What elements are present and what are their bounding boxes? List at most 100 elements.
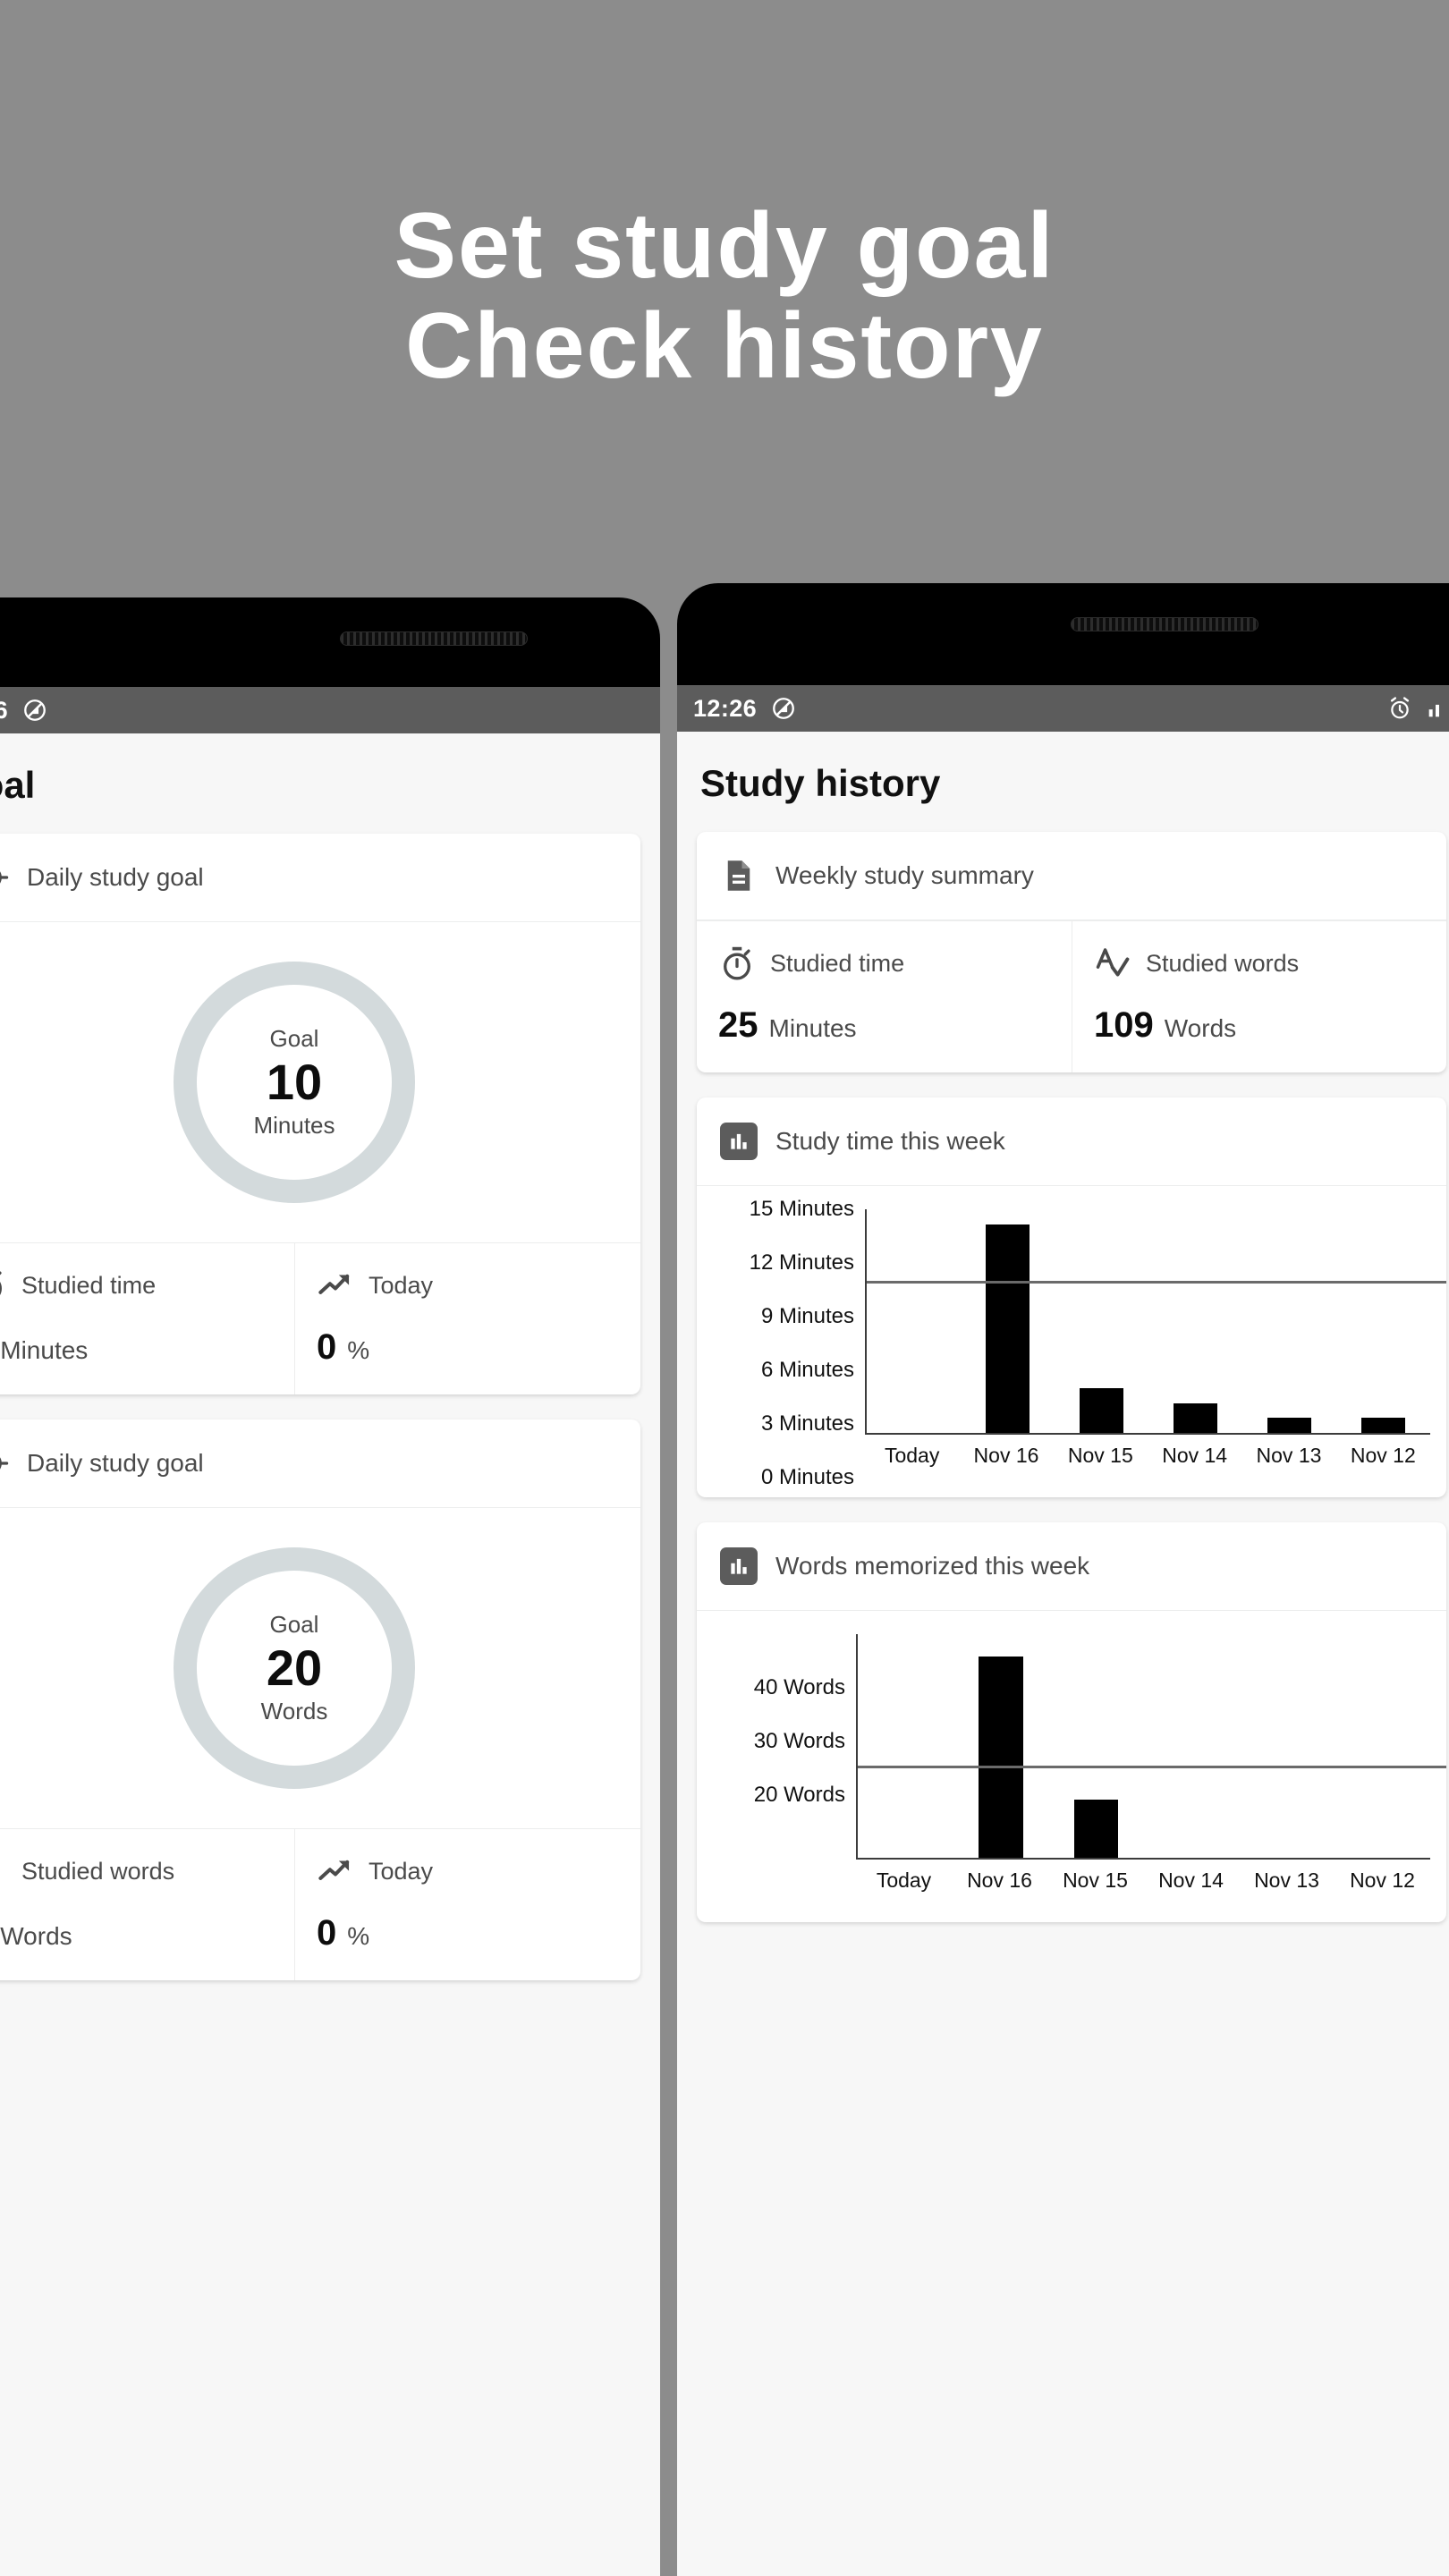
stat-label: Studied words <box>21 1857 175 1885</box>
target-icon <box>0 1457 9 1470</box>
goal-gauge-wrapper: Goal 10 Minutes <box>0 922 640 1242</box>
daily-study-goal-minutes-card[interactable]: Daily study goal Goal 10 Minutes Studied… <box>0 834 640 1394</box>
chart-bar <box>1074 1800 1119 1858</box>
chart-bar <box>1080 1388 1123 1433</box>
daily-study-goal-words-card[interactable]: Daily study goal Goal 20 Words Studied w… <box>0 1419 640 1980</box>
gauge-caption: Goal <box>269 1024 319 1052</box>
promo-banner: Set study goal Check history <box>0 0 1449 592</box>
gauge-unit: Minutes <box>253 1112 335 1140</box>
earpiece-speaker <box>340 631 528 646</box>
chart-bar <box>1361 1418 1405 1433</box>
promo-headline-line-1: Set study goal <box>394 193 1055 298</box>
chart-bar <box>1174 1402 1217 1433</box>
stat-value: 0 <box>317 1913 337 1953</box>
bar-chart-icon <box>720 1547 758 1585</box>
stopwatch-icon <box>0 1271 2 1295</box>
gauge-center: Goal 10 Minutes <box>174 962 415 1203</box>
y-axis-tick-label: 0 Minutes <box>760 1465 854 1489</box>
stat-header: Studied words <box>0 1852 273 1890</box>
phone-frame-right: 12:26 Study history Weekly study summary… <box>677 583 1449 2576</box>
do-not-disturb-icon <box>773 698 794 719</box>
stat-cell-studied-time: Studied time 0 Minutes <box>0 1243 294 1394</box>
x-axis-tick-label: Nov 14 <box>1158 1868 1224 1892</box>
study-time-chart-card[interactable]: Study time this week 15 Minutes 12 Minute… <box>697 1097 1446 1497</box>
y-axis-tick-label: 20 Words <box>753 1783 845 1807</box>
x-axis-tick-label: Nov 15 <box>1067 1444 1133 1467</box>
x-axis-tick-label: Nov 14 <box>1162 1444 1228 1467</box>
bar-slot <box>1242 1209 1336 1433</box>
stat-header: Today <box>317 1267 619 1304</box>
stat-label: Studied time <box>770 949 905 977</box>
stat-header: Studied time <box>0 1267 273 1304</box>
card-header: Daily study goal <box>0 1419 640 1508</box>
x-axis-tick-label: Nov 15 <box>1063 1868 1128 1892</box>
weekly-study-summary-card[interactable]: Weekly study summary Studied time 25 Min… <box>697 832 1446 1072</box>
stat-value: 109 <box>1094 1005 1154 1045</box>
x-axis-tick-label: Nov 16 <box>973 1444 1039 1467</box>
phone-screen-right: 12:26 Study history Weekly study summary… <box>677 685 1449 2576</box>
stat-header: Studied time <box>718 945 1050 982</box>
y-axis-tick-label: 3 Minutes <box>760 1411 854 1436</box>
card-header: Words memorized this week <box>697 1522 1446 1611</box>
gauge-caption: Goal <box>269 1610 319 1638</box>
gauge-unit: Words <box>260 1698 328 1725</box>
stat-cell-studied-words: Studied words 0 Words <box>0 1829 294 1980</box>
gauge-value: 20 <box>266 1639 323 1696</box>
stat-value-line: 0 Minutes <box>0 1327 273 1368</box>
stat-row: Studied words 0 Words <box>0 1828 640 1980</box>
stat-unit: Minutes <box>768 1014 857 1042</box>
bar-slot <box>1144 1634 1240 1858</box>
stat-value-line: 25 Minutes <box>718 1005 1050 1046</box>
do-not-disturb-icon <box>24 699 46 721</box>
status-bar-clock: 12:26 <box>693 694 758 722</box>
history-card-list: Weekly study summary Studied time 25 Min… <box>677 832 1449 1922</box>
bar-slot <box>961 1209 1055 1433</box>
x-axis: Today Nov 16 Nov 15 Nov 14 Nov 13 Nov 12 <box>856 1860 1430 1893</box>
status-bar-left: 12:26 <box>0 687 660 733</box>
goal-gauge: Goal 10 Minutes <box>174 962 415 1203</box>
gauge-value: 10 <box>266 1053 323 1110</box>
stat-header: Today <box>317 1852 619 1890</box>
study-history-page: Study history Weekly study summary Studi… <box>677 732 1449 2576</box>
double-check-icon <box>0 1852 7 1890</box>
y-axis-tick-label: 9 Minutes <box>760 1304 854 1328</box>
spellcheck-icon <box>1096 948 1130 977</box>
stat-value-line: 109 Words <box>1094 1005 1425 1046</box>
stat-header: Studied words <box>1094 945 1425 982</box>
stat-row: Studied time 25 Minutes Studied words 10… <box>697 920 1446 1072</box>
gauge-center: Goal 20 Words <box>174 1547 415 1789</box>
alarm-icon <box>1390 697 1410 719</box>
chart-bar <box>986 1224 1030 1433</box>
chart-body: 40 Words 30 Words 20 Words Today Nov 16 Nov … <box>697 1611 1446 1922</box>
x-axis-tick-label: Nov 16 <box>967 1868 1032 1892</box>
phone-screen-left: 12:26 Goal <box>0 687 660 2576</box>
card-header: Study time this week <box>697 1097 1446 1186</box>
bar-slot <box>1148 1209 1242 1433</box>
card-header-label: Daily study goal <box>27 1449 204 1477</box>
card-header-label: Daily study goal <box>27 863 204 891</box>
plot-area <box>865 1209 1446 1435</box>
phone-frame-left: 12:26 Goal <box>0 597 660 2576</box>
stat-cell-studied-words: Studied words 109 Words <box>1072 921 1446 1072</box>
y-axis: 15 Minutes 12 Minutes 9 Minutes 6 Minutes 3 … <box>713 1199 865 1488</box>
words-memorized-chart-card[interactable]: Words memorized this week 40 Words 30 Wor… <box>697 1522 1446 1922</box>
card-header: Daily study goal <box>0 834 640 922</box>
status-bar-icons-right <box>1387 696 1449 721</box>
y-axis: 40 Words 30 Words 20 Words <box>713 1634 856 1902</box>
stat-cell-studied-time: Studied time 25 Minutes <box>697 921 1072 1072</box>
stat-cell-today-percent: Today 0 % <box>294 1829 640 1980</box>
document-icon <box>727 860 750 891</box>
x-axis-tick-label: Nov 12 <box>1350 1868 1415 1892</box>
status-bar-icons-left <box>771 696 796 721</box>
chart-bar <box>1267 1418 1311 1433</box>
stat-unit: Words <box>1164 1014 1237 1042</box>
status-bar-clock: 12:26 <box>0 696 9 724</box>
earpiece-speaker <box>1071 617 1258 631</box>
y-axis-tick-label: 15 Minutes <box>749 1197 854 1221</box>
card-header-label: Words memorized this week <box>775 1552 1090 1580</box>
x-axis: Today Nov 16 Nov 15 Nov 14 Nov 13 Nov 12 <box>865 1435 1430 1468</box>
stat-value: 0 <box>317 1327 337 1367</box>
bar-slot <box>1336 1209 1430 1433</box>
status-bar-icons-left <box>22 698 47 723</box>
bar-slot <box>953 1634 1049 1858</box>
